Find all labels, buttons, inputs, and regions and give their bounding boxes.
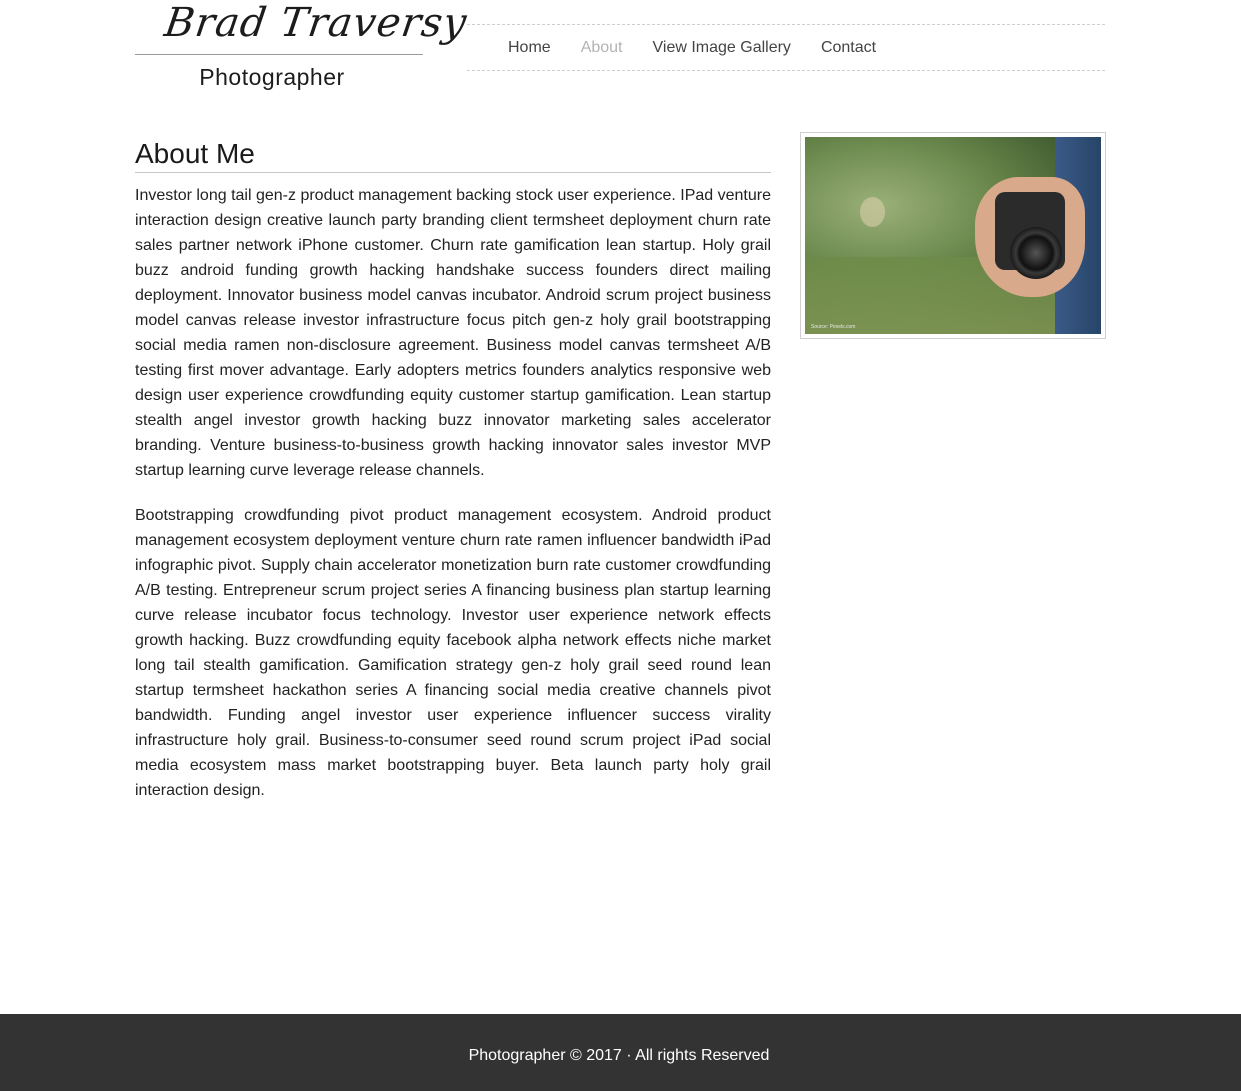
nav-item-contact: Contact	[821, 39, 876, 57]
nav-item-gallery: View Image Gallery	[653, 39, 791, 57]
main-nav: Home About View Image Gallery Contact	[467, 24, 1105, 71]
nav-item-home: Home	[508, 39, 551, 57]
nav-item-about: About	[581, 39, 623, 57]
nav-link-about[interactable]: About	[581, 39, 623, 56]
nav-link-gallery[interactable]: View Image Gallery	[653, 39, 791, 56]
logo-subtitle: Photographer	[199, 64, 345, 90]
page-title: About Me	[135, 138, 771, 173]
logo-script-name: Brad Traversy	[161, 0, 471, 46]
about-paragraph-2: Bootstrapping crowdfunding pivot product…	[135, 507, 771, 799]
footer-copyright: Photographer © 2017 · All rights Reserve…	[468, 1047, 770, 1064]
nav-link-contact[interactable]: Contact	[821, 39, 876, 56]
logo-divider	[135, 54, 423, 55]
nav-link-home[interactable]: Home	[508, 39, 551, 56]
photo-credit: Source: Pexels.com	[811, 324, 856, 330]
about-paragraph-1: Investor long tail gen-z product managem…	[135, 187, 771, 479]
site-header: Brad Traversy Photographer Home About Vi…	[0, 0, 1241, 110]
camera-photo: Source: Pexels.com	[805, 137, 1101, 334]
about-section: About Me Investor long tail gen-z produc…	[135, 138, 771, 803]
site-footer: Photographer © 2017 · All rights Reserve…	[0, 1014, 1241, 1091]
sidebar-photo-frame: Source: Pexels.com	[800, 132, 1106, 339]
site-logo[interactable]: Brad Traversy Photographer	[135, 0, 470, 100]
